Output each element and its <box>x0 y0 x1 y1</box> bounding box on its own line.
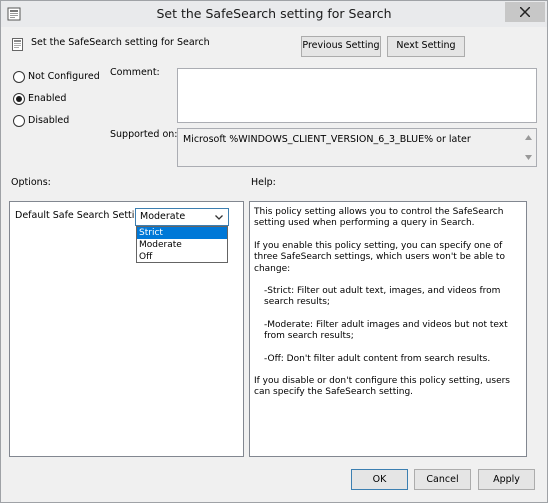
policy-name: Set the SafeSearch setting for Search <box>31 37 210 48</box>
radio-circle[interactable] <box>13 71 25 83</box>
supported-on-field: Microsoft %WINDOWS_CLIENT_VERSION_6_3_BL… <box>177 128 537 167</box>
safe-search-dropdown-list: Strict Moderate Off <box>136 226 228 263</box>
scroll-down-icon[interactable] <box>525 155 532 160</box>
window-title: Set the SafeSearch setting for Search <box>156 6 392 21</box>
dropdown-option-strict[interactable]: Strict <box>137 227 227 239</box>
dropdown-option-off[interactable]: Off <box>137 251 227 263</box>
safe-search-select[interactable]: Moderate <box>135 208 229 226</box>
default-safe-search-label: Default Safe Search Setting <box>15 210 147 221</box>
help-paragraph: This policy setting allows you to contro… <box>254 207 504 229</box>
comment-label: Comment: <box>110 67 160 78</box>
radio-label: Not Configured <box>28 71 100 82</box>
radio-label: Enabled <box>28 93 67 104</box>
help-text: This policy setting allows you to contro… <box>254 207 516 410</box>
help-paragraph: -Moderate: Filter adult images and video… <box>264 319 508 342</box>
radio-label: Disabled <box>28 115 70 126</box>
scroll-up-icon[interactable] <box>525 135 532 140</box>
radio-selected-dot <box>16 96 22 102</box>
radio-circle[interactable] <box>13 115 25 127</box>
safe-search-selected-value: Moderate <box>140 211 186 222</box>
supported-on-value: Microsoft %WINDOWS_CLIENT_VERSION_6_3_BL… <box>183 134 471 145</box>
cancel-button[interactable]: Cancel <box>414 469 471 490</box>
radio-circle[interactable] <box>13 93 25 105</box>
supported-on-label: Supported on: <box>110 129 178 140</box>
help-title: Help: <box>251 177 276 188</box>
ok-button[interactable]: OK <box>351 469 408 490</box>
policy-document-icon <box>12 38 23 51</box>
previous-setting-button[interactable]: Previous Setting <box>301 36 381 57</box>
close-button[interactable] <box>505 2 545 22</box>
policy-dialog: Set the SafeSearch setting for Search Se… <box>0 0 548 503</box>
comment-textarea[interactable] <box>177 68 537 123</box>
close-icon <box>520 7 530 17</box>
help-paragraph: If you disable or don't configure this p… <box>254 376 510 398</box>
help-paragraph: -Strict: Filter out adult text, images, … <box>264 286 501 308</box>
chevron-down-icon <box>215 215 223 220</box>
title-bar[interactable]: Set the SafeSearch setting for Search <box>1 1 547 27</box>
apply-button[interactable]: Apply <box>478 469 535 490</box>
dropdown-option-moderate[interactable]: Moderate <box>137 239 227 251</box>
help-paragraph: If you enable this policy setting, you c… <box>254 240 505 274</box>
options-title: Options: <box>11 177 51 188</box>
help-paragraph: -Off: Don't filter adult content from se… <box>264 353 491 364</box>
next-setting-button[interactable]: Next Setting <box>387 36 465 57</box>
